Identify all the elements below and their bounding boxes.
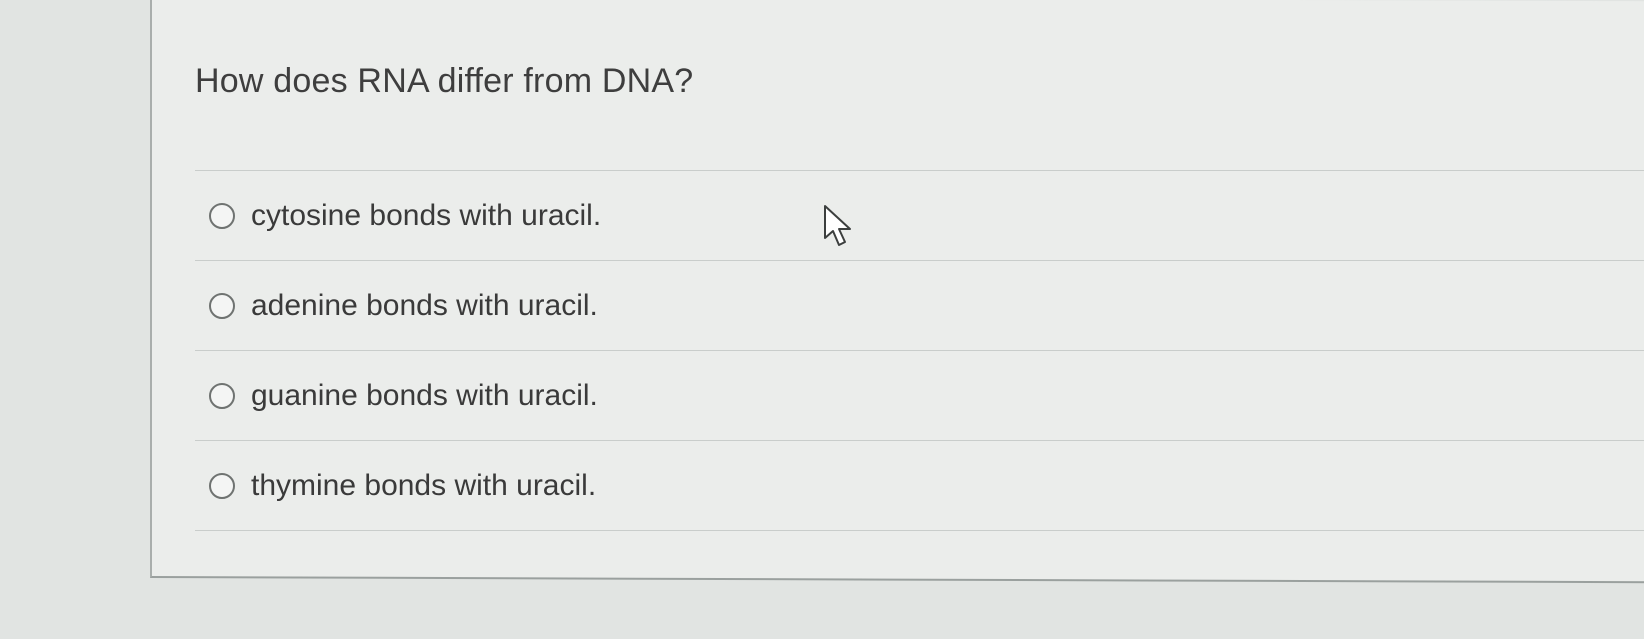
radio-button[interactable] bbox=[209, 202, 235, 229]
answer-option-label: thymine bonds with uracil. bbox=[251, 468, 597, 502]
radio-button[interactable] bbox=[209, 382, 235, 409]
question-text: How does RNA differ from DNA? bbox=[195, 62, 694, 100]
answer-option-guanine[interactable]: guanine bonds with uracil. bbox=[195, 351, 1644, 441]
answer-option-label: guanine bonds with uracil. bbox=[251, 378, 598, 412]
answer-options: cytosine bonds with uracil. adenine bond… bbox=[195, 170, 1644, 531]
answer-option-adenine[interactable]: adenine bonds with uracil. bbox=[195, 261, 1644, 351]
answer-option-thymine[interactable]: thymine bonds with uracil. bbox=[195, 441, 1644, 531]
radio-button[interactable] bbox=[209, 292, 235, 319]
mouse-pointer-icon bbox=[824, 205, 851, 246]
answer-option-label: adenine bonds with uracil. bbox=[251, 288, 598, 322]
radio-button[interactable] bbox=[209, 472, 235, 499]
answer-option-cytosine[interactable]: cytosine bonds with uracil. bbox=[195, 171, 1644, 261]
answer-option-label: cytosine bonds with uracil. bbox=[251, 198, 602, 232]
